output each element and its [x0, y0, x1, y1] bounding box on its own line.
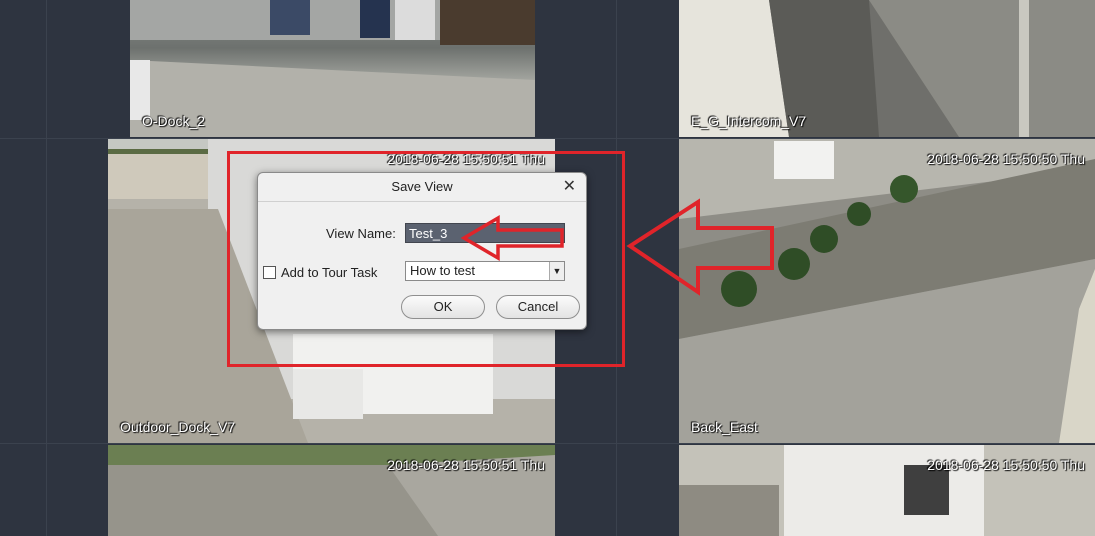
camera-label: Outdoor_Dock_V7 — [120, 419, 236, 435]
camera-timestamp: 2018-06-28 15:50:51 Thu — [387, 457, 545, 473]
camera-label: O-Dock_2 — [142, 113, 206, 129]
view-name-label: View Name: — [326, 226, 396, 241]
cancel-button[interactable]: Cancel — [496, 295, 580, 319]
annotation-pointer-arrow-icon — [460, 214, 564, 262]
grid-line — [46, 0, 47, 536]
tour-task-select[interactable]: How to test ▼ — [405, 261, 565, 281]
dialog-title: Save View — [391, 179, 453, 194]
camera-tile-o-dock-2[interactable]: O-Dock_2 — [130, 0, 535, 137]
chevron-down-icon[interactable]: ▼ — [549, 262, 564, 280]
camera-tile-bottom-left[interactable]: 2018-06-28 15:50:51 Thu — [108, 445, 555, 536]
grid-line — [0, 443, 1095, 444]
camera-tile-e-g-intercom-v7[interactable]: E_G_Intercom_V7 — [679, 0, 1095, 137]
camera-label: Back_East — [691, 419, 758, 435]
dialog-title-bar: Save View ✕ — [258, 173, 586, 202]
camera-label: E_G_Intercom_V7 — [691, 113, 807, 129]
close-icon[interactable]: ✕ — [563, 173, 576, 201]
tour-task-selected-value: How to test — [410, 263, 476, 278]
camera-timestamp: 2018-06-28 15:50:50 Thu — [927, 151, 1085, 167]
camera-timestamp: 2018-06-28 15:50:50 Thu — [927, 457, 1085, 473]
ok-button[interactable]: OK — [401, 295, 485, 319]
annotation-arrow-icon — [626, 198, 774, 296]
add-to-tour-checkbox[interactable] — [263, 266, 276, 279]
add-to-tour-label: Add to Tour Task — [281, 265, 378, 280]
camera-tile-bottom-right[interactable]: 2018-06-28 15:50:50 Thu — [679, 445, 1095, 536]
